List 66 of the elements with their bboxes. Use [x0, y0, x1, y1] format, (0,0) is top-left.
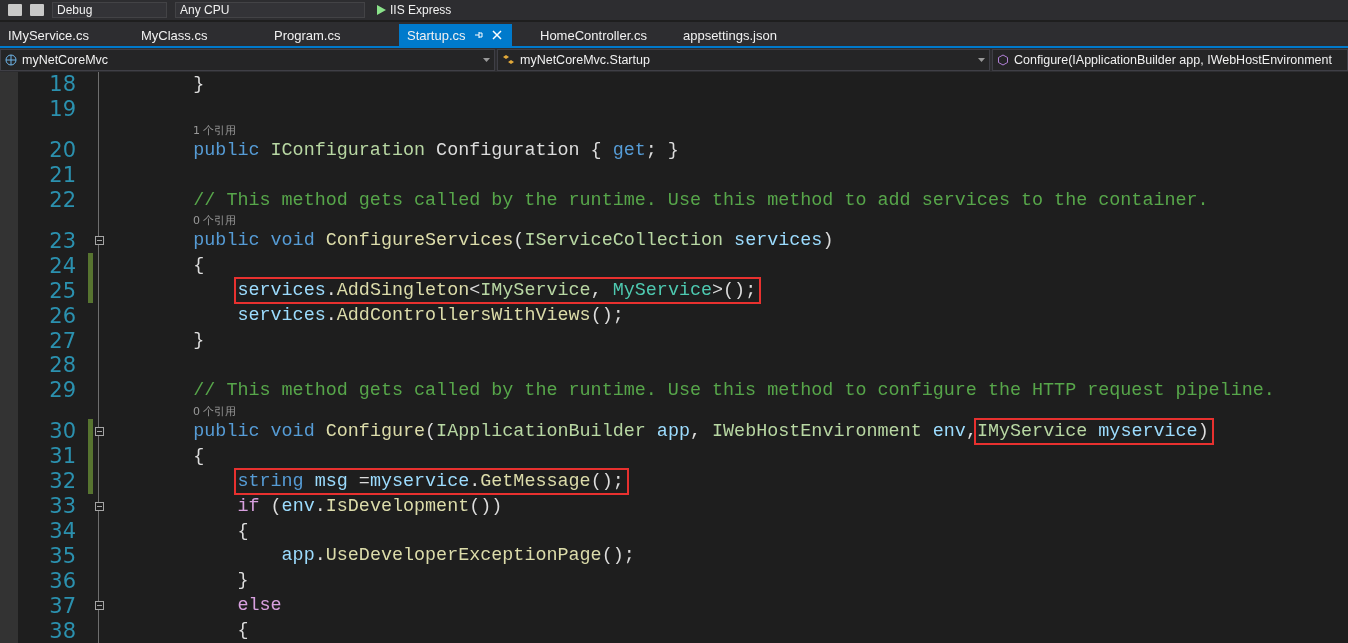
- line-number: 30: [48, 419, 76, 444]
- line-number: 32: [48, 469, 76, 494]
- play-icon: [377, 5, 386, 15]
- member-dropdown[interactable]: Configure(IApplicationBuilder app, IWebHostEnvironment: [992, 49, 1348, 71]
- line-number: 23: [48, 228, 76, 253]
- line-number: 37: [48, 593, 76, 618]
- collapse-icon[interactable]: [94, 501, 104, 511]
- file-tab[interactable]: HomeController.cs: [532, 24, 655, 46]
- line-number: 25: [48, 278, 76, 303]
- line-number: 38: [48, 618, 76, 643]
- class-icon: [502, 54, 515, 66]
- project-dropdown[interactable]: myNetCoreMvc: [0, 49, 495, 71]
- code-line: // This method gets called by the runtime. Use this method to add services to the container.: [192, 189, 1209, 211]
- code-line: {: [192, 255, 205, 277]
- cube-icon: [997, 54, 1009, 66]
- line-number: 18: [48, 72, 76, 97]
- line-number: 26: [48, 303, 76, 328]
- close-icon[interactable]: [491, 30, 502, 40]
- reference-count[interactable]: 0 个引用: [105, 403, 237, 419]
- line-number: 20: [48, 138, 76, 163]
- code-line: // This method gets called by the runtime. Use this method to configure the HTTP request pipeline.: [192, 379, 1275, 401]
- line-number: 31: [48, 444, 76, 469]
- code-line: {: [236, 620, 249, 642]
- globe-icon: [5, 54, 17, 66]
- highlight-box: IMyService myservice): [973, 417, 1214, 445]
- platform-dropdown[interactable]: Any CPU: [175, 2, 365, 18]
- run-button[interactable]: IIS Express: [373, 2, 456, 18]
- reference-count[interactable]: 1 个引用: [105, 122, 237, 138]
- line-number: 36: [48, 568, 76, 593]
- line-number: 34: [48, 519, 76, 544]
- file-tab[interactable]: Program.cs: [266, 24, 379, 46]
- line-number: 24: [48, 253, 76, 278]
- collapse-icon[interactable]: [94, 236, 104, 246]
- line-number: 28: [48, 353, 76, 378]
- code-line: }: [192, 330, 205, 352]
- highlight-box: string msg =myservice.GetMessage();: [234, 467, 629, 495]
- code-line: }: [192, 73, 205, 95]
- pin-icon[interactable]: [473, 30, 484, 40]
- file-tab[interactable]: Startup.cs: [399, 24, 512, 46]
- line-number: 35: [48, 543, 76, 568]
- dropdown-caret-icon: [483, 58, 490, 62]
- code-line: }: [236, 570, 249, 592]
- code-line: if (env.IsDevelopment()): [236, 495, 503, 517]
- code-line: {: [236, 520, 249, 542]
- line-number: 29: [48, 378, 76, 403]
- code-line: public IConfiguration Configuration { get; }: [192, 139, 679, 161]
- code-line: {: [192, 445, 205, 467]
- file-tab[interactable]: appsettings.json: [674, 24, 788, 46]
- line-number: 33: [48, 494, 76, 519]
- code-line: services.AddControllersWithViews();: [236, 305, 624, 327]
- line-number: 21: [48, 163, 76, 188]
- code-line: public void ConfigureServices(IServiceCollection services): [192, 230, 834, 252]
- configuration-dropdown[interactable]: Debug: [52, 2, 167, 18]
- collapse-icon[interactable]: [94, 426, 104, 436]
- highlight-box: services.AddSingleton<IMyService, MyService>();: [234, 277, 762, 305]
- code-line: app.UseDeveloperExceptionPage();: [280, 545, 635, 567]
- line-number: 27: [48, 328, 76, 353]
- code-line: else: [236, 595, 282, 617]
- line-number: 22: [48, 188, 76, 212]
- file-tab[interactable]: IMyService.cs: [0, 24, 113, 46]
- file-tab[interactable]: MyClass.cs: [133, 24, 246, 46]
- dropdown-caret-icon: [978, 58, 985, 62]
- type-dropdown[interactable]: myNetCoreMvc.Startup: [497, 49, 990, 71]
- reference-count[interactable]: 0 个引用: [105, 213, 237, 229]
- line-number: 19: [48, 97, 76, 122]
- collapse-icon[interactable]: [94, 601, 104, 611]
